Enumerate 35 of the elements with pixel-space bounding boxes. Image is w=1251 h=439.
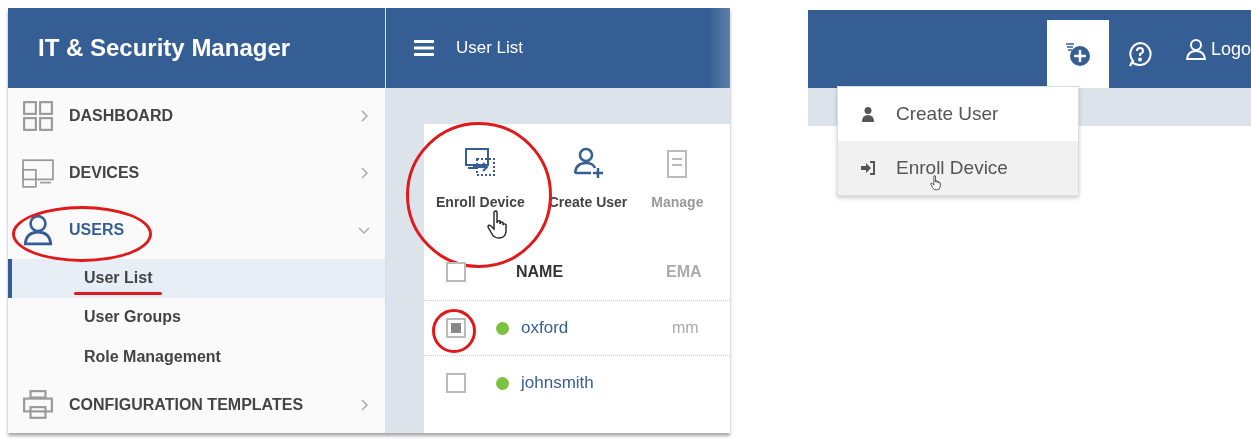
row-checkbox[interactable]: [446, 373, 466, 393]
select-all-checkbox[interactable]: [446, 262, 466, 282]
grid-icon: [22, 100, 54, 133]
sidebar-subitem[interactable]: Role Management: [8, 336, 385, 377]
column-header: EMA: [666, 263, 703, 281]
user-icon: [1184, 38, 1207, 60]
menu-item[interactable]: Enroll Device: [838, 141, 1078, 195]
sidebar-subitem[interactable]: User Groups: [8, 297, 385, 337]
hand-cursor-icon: [486, 210, 510, 240]
sidebar-item[interactable]: DEVICES: [8, 144, 385, 202]
page-title: User List: [456, 38, 524, 58]
add-user-icon: [571, 146, 605, 180]
column-header: NAME: [516, 263, 565, 281]
sidebar-subitem[interactable]: User List: [8, 258, 385, 298]
highlight-circle: [432, 309, 476, 353]
menu-item[interactable]: Create User: [838, 87, 1078, 141]
devices-icon: [22, 157, 54, 190]
hand-cursor-icon: [928, 175, 944, 191]
add-button[interactable]: [1046, 20, 1109, 88]
user-icon: [22, 214, 54, 247]
table-cell: mm: [672, 319, 699, 337]
add-icon: [1064, 41, 1091, 67]
help-icon: [1126, 41, 1153, 67]
user-name-link[interactable]: oxford: [521, 318, 646, 338]
sidebar-item[interactable]: DASHBOARD: [8, 88, 385, 145]
printer-icon: [22, 388, 54, 421]
user-name-link[interactable]: johnsmith: [521, 373, 646, 393]
sign-in-icon: [860, 160, 876, 176]
menu-icon[interactable]: [414, 40, 434, 56]
app-title: IT & Security Manager: [8, 8, 385, 88]
row-checkbox[interactable]: [446, 318, 466, 338]
user-icon: [860, 106, 876, 122]
sidebar-item[interactable]: CONFIGURATION TEMPLATES: [8, 376, 385, 433]
toolbar-button[interactable]: Enroll Device: [436, 146, 525, 244]
logout-link[interactable]: Logo: [1210, 38, 1251, 60]
